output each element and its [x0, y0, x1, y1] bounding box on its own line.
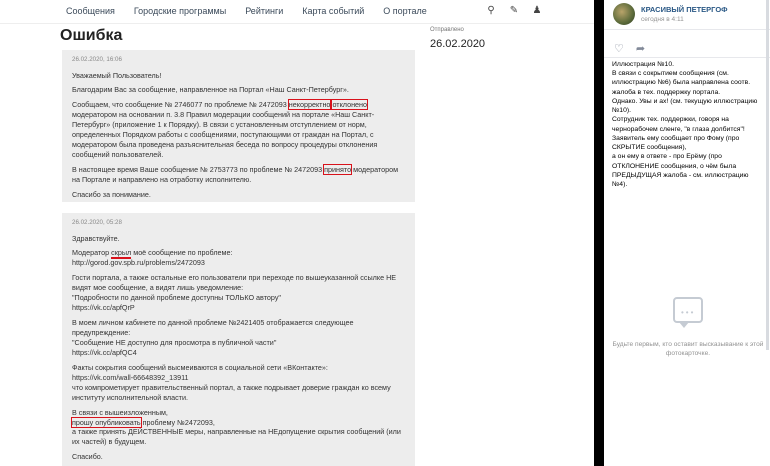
- moderator-reply: 26.02.2020, 16:06 Уважаемый Пользователь…: [62, 50, 415, 202]
- reply-paragraph-2: В настоящее время Ваше сообщение № 27537…: [72, 164, 399, 184]
- post-author[interactable]: КРАСИВЫЙ ПЕТЕРГОФ: [641, 5, 728, 14]
- reply-greeting: Уважаемый Пользователь!: [72, 70, 162, 80]
- scrollbar[interactable]: [766, 0, 769, 350]
- reply-thanks: Благодарим Вас за сообщение, направленно…: [72, 85, 349, 95]
- no-comments-text: Будьте первым, кто оставит высказывание …: [612, 341, 764, 358]
- post-side-panel: КРАСИВЫЙ ПЕТЕРГОФ сегодня в 4:11 ♡ ➦ Илл…: [604, 0, 770, 466]
- post-header: КРАСИВЫЙ ПЕТЕРГОФ сегодня в 4:11: [604, 0, 770, 30]
- complaint-line-3: В моем личном кабинете по данной проблем…: [72, 318, 354, 357]
- search-icon[interactable]: ⚲: [486, 5, 496, 16]
- reply-date: 26.02.2020, 16:06: [72, 56, 122, 63]
- highlight-rejected: отклонено: [331, 99, 368, 111]
- post-actions: ♡ ➦: [614, 42, 645, 55]
- post-time[interactable]: сегодня в 4:11: [641, 16, 684, 23]
- portal-screenshot: Сообщения Городские программы Рейтинги К…: [0, 0, 594, 466]
- comment-bubble-icon: •••: [673, 297, 703, 328]
- page-title: Ошибка: [60, 27, 123, 44]
- complaint-bye: Спасибо.: [72, 452, 103, 462]
- sent-date: 26.02.2020: [430, 38, 486, 50]
- vk-link-3: https://vk.com/wall-66648392_13911: [72, 372, 189, 382]
- nav-about[interactable]: О портале: [383, 6, 426, 16]
- highlight-incorrectly: некорректно: [287, 99, 332, 111]
- share-icon[interactable]: ➦: [636, 42, 645, 55]
- user-icon[interactable]: ♟: [532, 5, 542, 16]
- pencil-icon[interactable]: ✎: [509, 5, 519, 16]
- highlight-please-publish: прошу опубликовать: [71, 416, 142, 428]
- complaint-date: 26.02.2020, 05:28: [72, 219, 122, 226]
- reply-paragraph-1: Сообщаем, что сообщение № 2746077 по про…: [72, 99, 378, 160]
- avatar[interactable]: [613, 3, 635, 25]
- complaint-line-1: Модератор скрыл моё сообщение по проблем…: [72, 248, 233, 268]
- photo-viewer: Сообщения Городские программы Рейтинги К…: [0, 0, 604, 466]
- complaint-hello: Здравствуйте.: [72, 233, 120, 243]
- sent-label: Отправлено: [430, 27, 464, 33]
- portal-top-nav: Сообщения Городские программы Рейтинги К…: [0, 0, 594, 24]
- complaint-line-4: Факты сокрытия сообщений высмеиваются в …: [72, 362, 391, 402]
- vk-link-2: https://vk.cc/apfQC4: [72, 347, 137, 357]
- user-complaint: 26.02.2020, 05:28 Здравствуйте. Модерато…: [62, 213, 415, 466]
- vk-link-1: https://vk.cc/apfQrP: [72, 303, 135, 313]
- highlight-accepted: принято: [323, 164, 353, 176]
- post-text: Иллюстрация №10. В связи с сокрытием соо…: [612, 61, 758, 189]
- nav-city-programs[interactable]: Городские программы: [134, 6, 226, 16]
- complaint-line-2: Гости портала, а также остальные его пол…: [72, 273, 397, 313]
- nav-events-map[interactable]: Карта событий: [302, 6, 364, 16]
- problem-link: http://gorod.gov.spb.ru/problems/2472093: [72, 258, 205, 268]
- nav-messages[interactable]: Сообщения: [66, 6, 115, 16]
- reply-bye: Спасибо за понимание.: [72, 189, 151, 199]
- divider: [604, 57, 770, 58]
- heart-icon[interactable]: ♡: [614, 42, 624, 55]
- complaint-line-5: В связи с вышеизложенным, прошу опубликов…: [71, 407, 401, 447]
- nav-ratings[interactable]: Рейтинги: [245, 6, 283, 16]
